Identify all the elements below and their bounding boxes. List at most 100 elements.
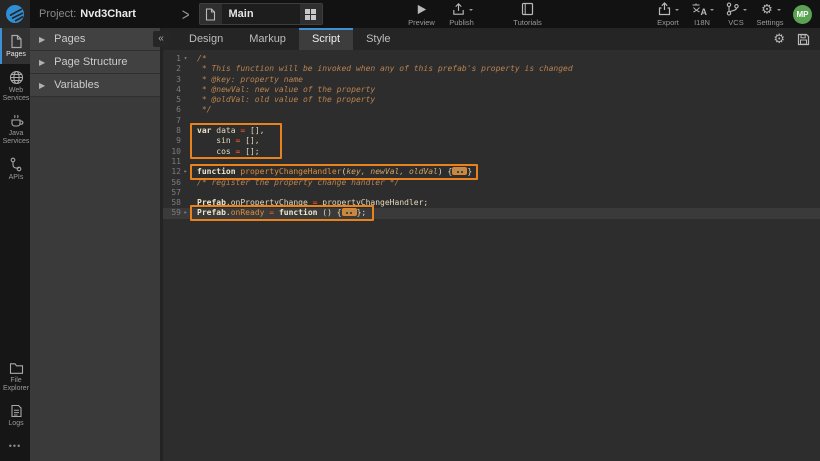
panel-section-label: Pages	[54, 33, 85, 45]
code-line-58[interactable]: 58Prefab.onPropertyChange = propertyChan…	[163, 198, 820, 208]
code-line-2[interactable]: 2 * This function will be invoked when a…	[163, 64, 820, 74]
wavemaker-studio: Project: Nvd3Chart > Main PreviewPublish…	[0, 0, 820, 461]
tab-style[interactable]: Style	[353, 28, 403, 50]
fold-closed-icon[interactable]: ▸	[181, 167, 190, 177]
vcs-button[interactable]: VCS	[721, 2, 751, 27]
web-services-icon	[9, 70, 24, 85]
i18n-icon: A	[691, 2, 707, 16]
code-line-56[interactable]: 56/* register the property change handle…	[163, 178, 820, 188]
sidebar-item-label: APIs	[9, 174, 24, 182]
action-label: Export	[657, 18, 679, 27]
tutorials-icon	[521, 2, 534, 16]
collapse-panel-button[interactable]: «	[153, 31, 169, 47]
fold-gutter	[181, 116, 190, 126]
line-number: 5	[163, 95, 181, 105]
logo-icon	[5, 4, 25, 24]
fold-gutter	[181, 64, 190, 74]
chevron-down-icon	[469, 9, 473, 13]
settings-button[interactable]: ⚙Settings	[755, 2, 785, 27]
sidebar-item-file-explorer[interactable]: File Explorer	[0, 356, 30, 398]
save-icon[interactable]	[797, 33, 810, 46]
code-line-11[interactable]: 11	[163, 157, 820, 167]
code-line-59[interactable]: 59▸Prefab.onReady = function () {};	[163, 208, 820, 218]
fold-gutter	[181, 188, 190, 198]
sidebar-top-items: Pages Web Services Java Services APIs	[0, 28, 30, 187]
folded-code-widget[interactable]	[452, 167, 467, 175]
fold-closed-icon[interactable]: ▸	[181, 208, 190, 218]
tutorials-button[interactable]: Tutorials	[513, 2, 543, 27]
project-label: Project:	[39, 8, 76, 20]
chevron-right-icon: >	[182, 4, 190, 24]
fold-gutter	[181, 147, 190, 157]
fold-gutter	[181, 126, 190, 136]
publish-button[interactable]: Publish	[447, 2, 477, 27]
gear-icon[interactable]: ⚙	[773, 32, 785, 47]
code-line-9[interactable]: 9 sin = [],	[163, 136, 820, 146]
line-content: function propertyChangeHandler(key, newV…	[190, 167, 472, 177]
code-line-12[interactable]: 12▸function propertyChangeHandler(key, n…	[163, 167, 820, 177]
page-selector-value: Main	[222, 8, 254, 20]
line-number: 8	[163, 126, 181, 136]
export-button[interactable]: Export	[653, 2, 683, 27]
line-content	[190, 116, 197, 126]
code-line-1[interactable]: 1▾/*	[163, 54, 820, 64]
page-selector[interactable]: Main	[199, 3, 323, 25]
topbar: Project: Nvd3Chart > Main PreviewPublish…	[0, 0, 820, 28]
fold-open-icon[interactable]: ▾	[181, 54, 190, 64]
chevron-down-icon	[743, 9, 747, 13]
code-line-57[interactable]: 57	[163, 188, 820, 198]
sidebar-item-web-services[interactable]: Web Services	[0, 64, 30, 108]
chevron-down-icon	[675, 9, 679, 13]
sidebar-item-apis[interactable]: APIs	[0, 151, 30, 187]
app-logo[interactable]	[0, 0, 30, 28]
sidebar-item-pages[interactable]: Pages	[0, 28, 30, 64]
code-line-7[interactable]: 7	[163, 116, 820, 126]
more-options-button[interactable]: •••	[0, 433, 30, 461]
code-line-5[interactable]: 5 * @oldVal: old value of the property	[163, 95, 820, 105]
java-services-icon	[9, 114, 24, 128]
panel-section-variables[interactable]: ▶Variables	[30, 74, 160, 97]
file-explorer-icon	[9, 362, 24, 375]
tab-script[interactable]: Script	[299, 28, 353, 50]
sidebar-item-java-services[interactable]: Java Services	[0, 108, 30, 151]
line-number: 12	[163, 167, 181, 177]
action-label: I18N	[694, 18, 710, 27]
line-content: * This function will be invoked when any…	[190, 64, 573, 74]
sidebar-item-logs[interactable]: Logs	[0, 398, 30, 433]
sidebar-item-label: Web Services	[3, 87, 30, 103]
panel-section-page-structure[interactable]: ▶Page Structure	[30, 51, 160, 74]
preview-button[interactable]: Preview	[407, 2, 437, 27]
user-avatar[interactable]: MP	[793, 5, 812, 24]
i18n-button[interactable]: A I18N	[687, 2, 717, 27]
preview-icon	[415, 3, 428, 16]
fold-gutter	[181, 157, 190, 167]
code-line-4[interactable]: 4 * @newVal: new value of the property	[163, 85, 820, 95]
code-line-10[interactable]: 10 cos = [];	[163, 147, 820, 157]
action-label: Preview	[408, 18, 435, 27]
action-label: Settings	[756, 18, 783, 27]
line-number: 58	[163, 198, 181, 208]
line-content: sin = [],	[190, 136, 260, 146]
line-number: 4	[163, 85, 181, 95]
code-line-8[interactable]: 8 var data = [],	[163, 126, 820, 136]
folded-code-widget[interactable]	[342, 208, 357, 216]
sidebar-bottom-items: File ExplorerLogs	[0, 356, 30, 433]
tab-markup[interactable]: Markup	[236, 28, 299, 50]
line-number: 3	[163, 75, 181, 85]
line-content: Prefab.onReady = function () {};	[190, 208, 366, 218]
tab-design[interactable]: Design	[176, 28, 236, 50]
editor-tabs: DesignMarkupScriptStyle	[176, 28, 404, 50]
line-content: var data = [],	[190, 126, 264, 136]
fold-gutter	[181, 105, 190, 115]
panel-section-pages[interactable]: ▶Pages	[30, 28, 160, 51]
pages-icon	[10, 34, 23, 49]
editor-toolbar: ⚙	[773, 28, 820, 50]
line-number: 1	[163, 54, 181, 64]
code-line-3[interactable]: 3 * @key: property name	[163, 75, 820, 85]
line-content: * @newVal: new value of the property	[190, 85, 375, 95]
line-content: */	[190, 105, 211, 115]
sidebar-item-label: Pages	[6, 51, 26, 59]
code-line-6[interactable]: 6 */	[163, 105, 820, 115]
grid-icon[interactable]	[300, 4, 322, 24]
code-editor[interactable]: 1▾/*2 * This function will be invoked wh…	[163, 50, 820, 461]
